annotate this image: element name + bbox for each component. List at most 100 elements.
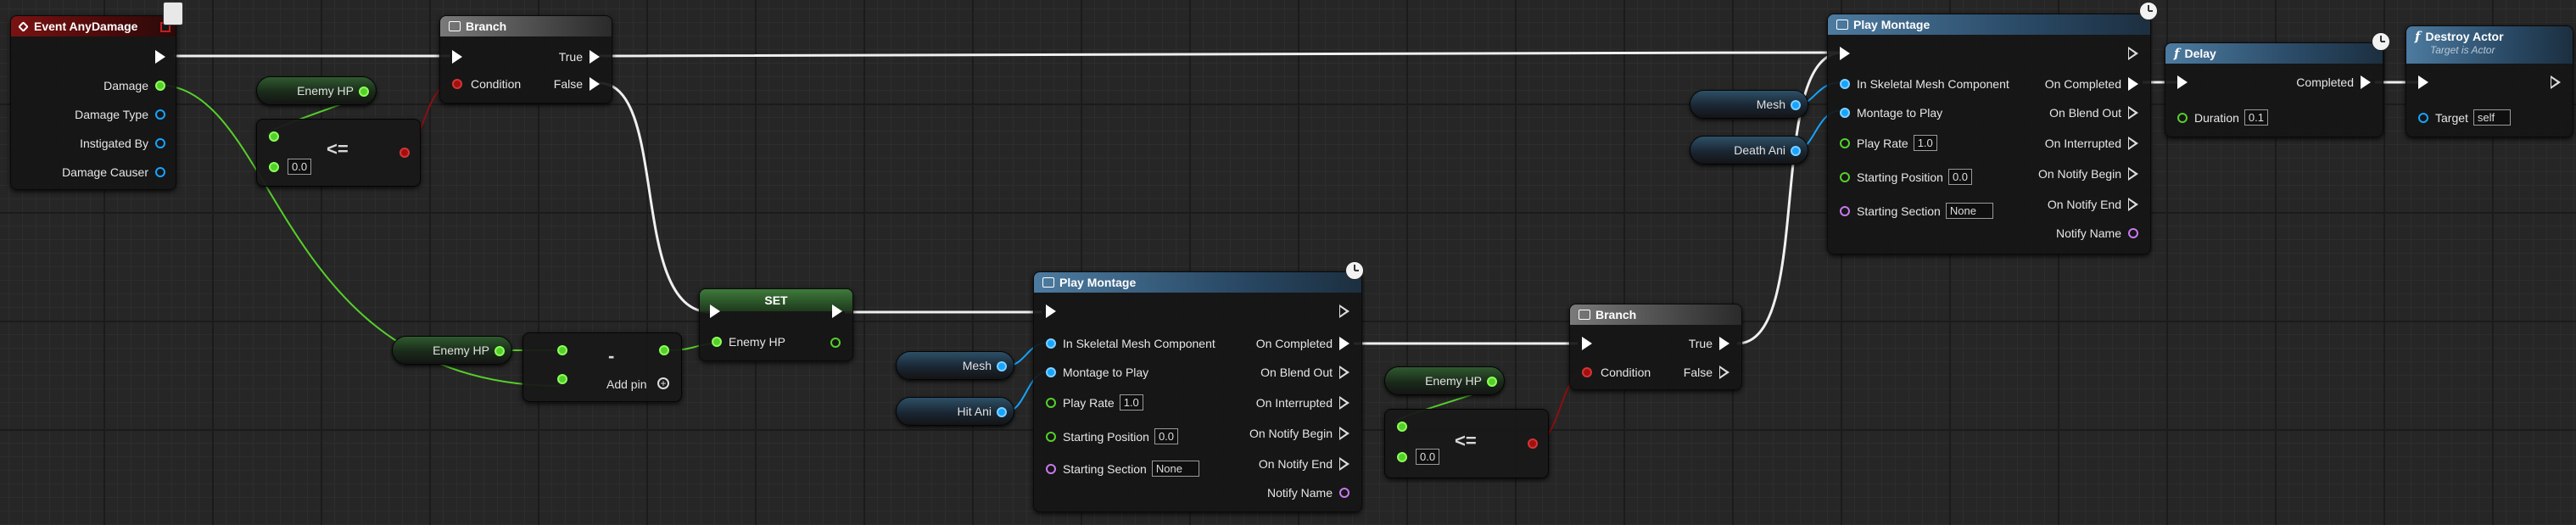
bool-out-pin-icon[interactable] — [400, 148, 410, 158]
float-pin-icon[interactable] — [359, 87, 369, 97]
exec-in-pin-icon[interactable] — [710, 304, 720, 318]
on-interrupted-row[interactable]: On Interrupted — [1256, 396, 1349, 410]
destroy-target-row[interactable]: Target self — [2418, 109, 2511, 126]
object-pin-icon[interactable] — [1791, 100, 1801, 110]
event-exec-out[interactable] — [155, 50, 165, 64]
in-skeletal-mesh-row[interactable]: In Skeletal Mesh Component — [1840, 77, 2009, 91]
float-out-pin-icon[interactable] — [659, 345, 669, 355]
float-pin-icon[interactable] — [1487, 377, 1497, 387]
death-ani-getter[interactable]: Death Ani — [1690, 136, 1808, 165]
branch-false-row[interactable]: False — [1684, 366, 1729, 379]
object-pin-icon[interactable] — [155, 167, 165, 177]
delay-completed-row[interactable]: Completed — [2296, 75, 2371, 89]
float-pin-icon[interactable] — [712, 337, 722, 347]
hit-ani-getter[interactable]: Hit Ani — [896, 397, 1014, 426]
name-pin-icon[interactable] — [2128, 228, 2138, 238]
branch-condition-row[interactable]: Condition — [452, 77, 521, 91]
float-pin-icon[interactable] — [155, 81, 165, 91]
compare-value-field[interactable]: 0.0 — [288, 159, 312, 175]
less-equal-node[interactable]: 0.0 <= — [256, 119, 421, 187]
exec-out-pin-icon[interactable] — [2361, 75, 2371, 89]
enemy-hp-getter[interactable]: Enemy HP — [256, 76, 377, 105]
starting-position-row[interactable]: Starting Position 0.0 — [1840, 169, 1973, 185]
float-pin-icon[interactable] — [1840, 137, 1850, 148]
set-value-row[interactable]: Enemy HP — [712, 335, 785, 349]
on-notify-begin-row[interactable]: On Notify Begin — [1249, 427, 1349, 440]
mesh-getter[interactable]: Mesh — [896, 351, 1014, 380]
branch-node[interactable]: Branch Condition True False — [439, 15, 612, 103]
float-in-pin-icon[interactable] — [269, 131, 279, 142]
on-completed-row[interactable]: On Completed — [2045, 77, 2138, 91]
starting-section-row[interactable]: Starting Section None — [1840, 203, 1993, 219]
exec-out-pin-icon[interactable] — [1339, 457, 1349, 471]
branch-exec-in[interactable] — [452, 50, 462, 64]
destroy-actor-node[interactable]: f Destroy Actor Target is Actor Target sel… — [2406, 25, 2573, 137]
branch-true-row[interactable]: True — [559, 50, 600, 64]
exec-out-pin-icon[interactable] — [2128, 198, 2138, 211]
bool-pin-icon[interactable] — [1582, 367, 1592, 377]
float-pin-icon[interactable] — [1840, 171, 1850, 182]
object-pin-icon[interactable] — [155, 138, 165, 148]
subtract-node[interactable]: - Add pin + — [522, 332, 682, 402]
damage-causer-pin-row[interactable]: Damage Causer — [62, 165, 165, 179]
play-rate-row[interactable]: Play Rate 1.0 — [1840, 135, 1937, 151]
float-pin-icon[interactable] — [1046, 431, 1056, 442]
on-notify-end-row[interactable]: On Notify End — [2048, 198, 2138, 211]
play-rate-field[interactable]: 1.0 — [1119, 394, 1143, 411]
exec-out-pin-icon[interactable] — [155, 50, 165, 64]
object-pin-icon[interactable] — [155, 109, 165, 120]
enemy-hp-getter[interactable]: Enemy HP — [392, 336, 512, 365]
compare-value-field[interactable]: 0.0 — [1416, 449, 1440, 465]
destroy-exec-in[interactable] — [2418, 75, 2428, 89]
exec-out-pin-icon[interactable] — [2128, 47, 2138, 60]
object-pin-icon[interactable] — [1840, 108, 1850, 118]
exec-out-pin-icon[interactable] — [2128, 137, 2138, 150]
exec-out-pin-icon[interactable] — [1719, 366, 1729, 379]
delay-duration-field[interactable]: 0.1 — [2244, 109, 2268, 126]
on-blend-out-row[interactable]: On Blend Out — [1260, 366, 1349, 379]
object-pin-icon[interactable] — [997, 361, 1007, 371]
starting-position-row[interactable]: Starting Position 0.0 — [1046, 428, 1179, 444]
destroy-target-field[interactable]: self — [2473, 109, 2511, 126]
exec-out-pin-icon[interactable] — [1339, 337, 1349, 350]
name-pin-icon[interactable] — [1840, 205, 1850, 216]
on-completed-row[interactable]: On Completed — [1256, 337, 1349, 350]
exec-out-pin-icon[interactable] — [1339, 396, 1349, 410]
delay-duration-row[interactable]: Duration 0.1 — [2177, 109, 2268, 126]
set-exec-out[interactable] — [832, 304, 842, 318]
exec-out-pin-icon[interactable] — [832, 304, 842, 318]
enemy-hp-getter[interactable]: Enemy HP — [1384, 366, 1505, 395]
on-interrupted-row[interactable]: On Interrupted — [2045, 137, 2138, 150]
in-skeletal-mesh-row[interactable]: In Skeletal Mesh Component — [1046, 337, 1215, 350]
play-rate-row[interactable]: Play Rate 1.0 — [1046, 394, 1143, 411]
add-pin-label[interactable]: Add pin — [606, 377, 646, 391]
montage-to-play-row[interactable]: Montage to Play — [1840, 106, 1942, 120]
bool-out-pin-icon[interactable] — [1528, 438, 1538, 449]
branch-true-row[interactable]: True — [1689, 337, 1729, 350]
destroy-exec-out[interactable] — [2551, 75, 2561, 89]
set-enemy-hp-node[interactable]: SET Enemy HP — [699, 288, 853, 361]
branch-condition-row[interactable]: Condition — [1582, 366, 1651, 379]
name-pin-icon[interactable] — [1339, 488, 1349, 498]
add-pin-icon[interactable]: + — [657, 377, 669, 389]
exec-in-row[interactable] — [1046, 304, 1056, 318]
exec-out-pin-icon[interactable] — [2128, 77, 2138, 91]
object-pin-icon[interactable] — [1840, 79, 1850, 89]
set-exec-in[interactable] — [710, 304, 720, 318]
on-notify-begin-row[interactable]: On Notify Begin — [2038, 167, 2138, 181]
exec-in-pin-icon[interactable] — [2418, 75, 2428, 89]
exec-out-pin-icon[interactable] — [1339, 304, 1349, 318]
float-in-pin-icon[interactable] — [557, 374, 567, 384]
exec-out-pin-icon[interactable] — [590, 50, 600, 64]
branch-exec-in[interactable] — [1582, 337, 1592, 350]
play-montage-node[interactable]: Play Montage In Skeletal Mesh Component … — [1827, 14, 2151, 254]
delay-exec-in[interactable] — [2177, 75, 2188, 89]
branch-node[interactable]: Branch Condition True False — [1569, 304, 1742, 390]
starting-section-row[interactable]: Starting Section None — [1046, 461, 1199, 477]
exec-in-pin-icon[interactable] — [2177, 75, 2188, 89]
starting-position-field[interactable]: 0.0 — [1947, 169, 1973, 185]
damage-type-pin-row[interactable]: Damage Type — [75, 108, 165, 121]
float-in-pin-icon[interactable] — [269, 162, 279, 172]
exec-in-row[interactable] — [1840, 47, 1850, 60]
float-out-pin-icon[interactable] — [830, 338, 841, 348]
